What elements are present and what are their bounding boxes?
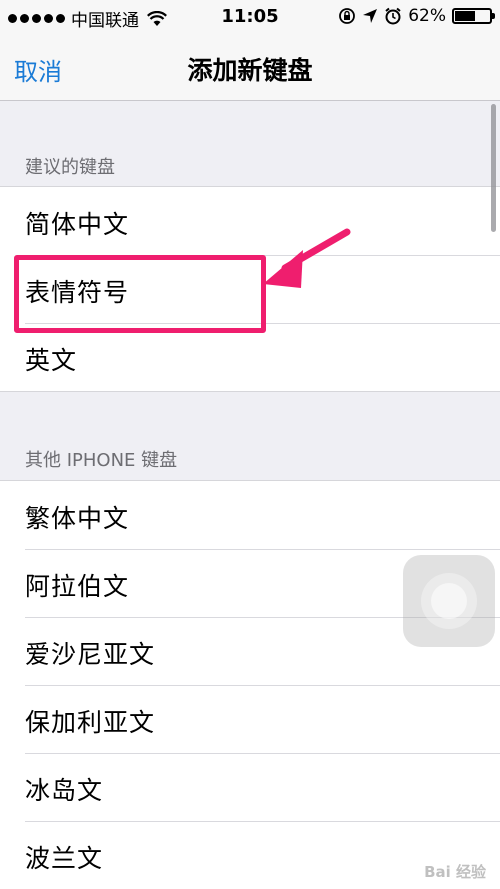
section-header-suggested: 建议的键盘 bbox=[25, 157, 115, 178]
scroll-indicator[interactable] bbox=[491, 104, 496, 232]
battery-percent: 62% bbox=[408, 6, 446, 26]
keyboard-item-label: 英文 bbox=[25, 346, 78, 375]
section-header-other: 其他 IPHONE 键盘 bbox=[25, 450, 178, 471]
keyboard-item-english[interactable]: 英文 bbox=[0, 323, 500, 391]
keyboard-item-label: 阿拉伯文 bbox=[25, 572, 130, 601]
keyboard-item-bulgarian[interactable]: 保加利亚文 bbox=[0, 685, 500, 753]
rotation-lock-icon bbox=[339, 8, 356, 24]
keyboard-item-simplified-chinese[interactable]: 简体中文 bbox=[0, 187, 500, 255]
keyboard-item-icelandic[interactable]: 冰岛文 bbox=[0, 753, 500, 821]
alarm-icon bbox=[385, 7, 401, 25]
other-keyboard-list: 繁体中文 阿拉伯文 爱沙尼亚文 保加利亚文 冰岛文 波兰文 bbox=[0, 480, 500, 889]
battery-icon bbox=[452, 8, 495, 24]
assistive-touch-button[interactable] bbox=[403, 555, 495, 647]
keyboard-item-traditional-chinese[interactable]: 繁体中文 bbox=[0, 481, 500, 549]
page-title: 添加新键盘 bbox=[187, 56, 313, 85]
status-bar: 中国联通 11:05 62% bbox=[0, 0, 500, 34]
navigation-bar: 取消 添加新键盘 bbox=[0, 34, 500, 101]
keyboard-item-label: 繁体中文 bbox=[25, 504, 130, 533]
keyboard-item-label: 爱沙尼亚文 bbox=[25, 640, 156, 669]
annotation-highlight-box bbox=[14, 255, 266, 333]
location-icon bbox=[363, 9, 378, 23]
keyboard-item-label: 波兰文 bbox=[25, 844, 104, 873]
keyboard-item-label: 冰岛文 bbox=[25, 776, 104, 805]
watermark-logo: Bai 经验 bbox=[424, 863, 486, 881]
keyboard-item-label: 简体中文 bbox=[25, 210, 130, 239]
annotation-arrow-icon bbox=[263, 228, 351, 288]
keyboard-item-label: 保加利亚文 bbox=[25, 708, 156, 737]
